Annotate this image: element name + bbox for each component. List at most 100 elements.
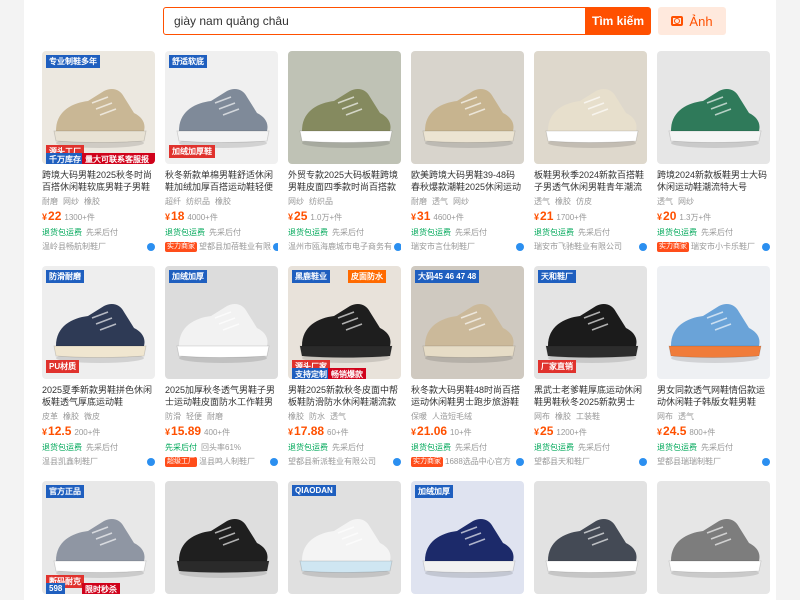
- shop-row[interactable]: 温州市瓯海鹿城市电子商务有: [288, 241, 401, 252]
- chat-icon[interactable]: [147, 242, 155, 251]
- product-image[interactable]: [534, 481, 647, 594]
- image-overlay-text: 大码45 46 47 48: [415, 270, 480, 283]
- product-image[interactable]: [534, 51, 647, 164]
- product-image[interactable]: 黑鹿鞋业 源头厂家 支持定制 畅销爆款 皮面防水: [288, 266, 401, 379]
- product-title[interactable]: 2025夏季新款男鞋拼色休闲板鞋透气厚底运动鞋: [42, 384, 155, 408]
- shop-name[interactable]: 望都县瑞瑞制鞋厂: [657, 456, 721, 467]
- product-title[interactable]: 男鞋2025新款秋冬皮面中帮板鞋防滑防水休闲鞋潮流款: [288, 384, 401, 408]
- product-image[interactable]: 天和鞋厂 厂家直销: [534, 266, 647, 379]
- product-card[interactable]: 加绒加厚 2025加厚秋冬透气男鞋子男士运动鞋皮面防水工作鞋男 防滑 轻便 耐磨 ¥15.…: [165, 266, 278, 467]
- product-image[interactable]: 舒适软底 加绒加厚鞋: [165, 51, 278, 164]
- shop-row[interactable]: 实力商家 望都县加蓓鞋业有限: [165, 241, 278, 252]
- product-image[interactable]: 加绒加厚: [411, 481, 524, 594]
- chat-icon[interactable]: [762, 457, 770, 466]
- search-input[interactable]: [164, 8, 585, 34]
- shop-name[interactable]: 望都县天和鞋厂: [534, 456, 590, 467]
- product-card[interactable]: 大码45 46 47 48 秋冬款大码男鞋48时尚百搭运动休闲鞋男士跑步旅游鞋 保暖…: [411, 266, 524, 467]
- chat-icon[interactable]: [639, 242, 647, 251]
- product-card[interactable]: 跨境2024新款板鞋男士大码休闲运动鞋潮流特大号 透气 网纱 ¥20 1.3万+件 退货包…: [657, 51, 770, 252]
- product-card[interactable]: 天和鞋厂 厂家直销 黑武士老爹鞋厚底运动休闲鞋男鞋秋冬2025新款男士 网布 橡胶 工装鞋…: [534, 266, 647, 467]
- shop-row[interactable]: 超级工厂 温县鸣人制鞋厂: [165, 456, 278, 467]
- product-card[interactable]: 防滑耐磨 PU材质 2025夏季新款男鞋拼色休闲板鞋透气厚底运动鞋 皮革 橡胶 微皮 ¥12…: [42, 266, 155, 467]
- image-overlay-text: 黑鹿鞋业: [292, 270, 330, 283]
- product-image[interactable]: 官方正品 断码耐克 598 限时秒杀: [42, 481, 155, 594]
- product-title[interactable]: 男女同款透气网鞋情侣款运动休闲鞋子韩版女鞋男鞋: [657, 384, 770, 408]
- shop-name[interactable]: 瑞安市言仕制鞋厂: [411, 241, 475, 252]
- shop-row[interactable]: 温岭县畅航制鞋厂: [42, 241, 155, 252]
- image-search-button[interactable]: Ảnh: [658, 7, 726, 35]
- shop-name[interactable]: 温县鸣人制鞋厂: [199, 456, 255, 467]
- shop-row[interactable]: 望都县新派鞋业有限公司: [288, 456, 401, 467]
- chat-icon[interactable]: [394, 242, 401, 251]
- product-image[interactable]: 大码45 46 47 48: [411, 266, 524, 379]
- product-card[interactable]: 外贸专款2025大码板鞋跨境男鞋皮面四季款时尚百搭款 网纱 纺织品 ¥25 1.0万+件…: [288, 51, 401, 252]
- product-title[interactable]: 秋冬新款单棉男鞋舒适休闲鞋加绒加厚百搭运动鞋轻便: [165, 169, 278, 193]
- product-image[interactable]: [165, 481, 278, 594]
- product-price: ¥21: [534, 209, 553, 223]
- product-card[interactable]: 欧美跨境大码男鞋39-48码春秋爆款潮鞋2025休闲运动 耐磨 透气 网纱 ¥31 460…: [411, 51, 524, 252]
- shop-row[interactable]: 望都县瑞瑞制鞋厂: [657, 456, 770, 467]
- product-title[interactable]: 欧美跨境大码男鞋39-48码春秋爆款潮鞋2025休闲运动: [411, 169, 524, 193]
- product-image[interactable]: [288, 51, 401, 164]
- chat-icon[interactable]: [516, 242, 524, 251]
- shop-row[interactable]: 实力商家 1688选品中心官方: [411, 456, 524, 467]
- shop-row[interactable]: 望都县天和鞋厂: [534, 456, 647, 467]
- chat-icon[interactable]: [516, 457, 524, 466]
- product-card[interactable]: QIAODAN: [288, 481, 401, 594]
- product-card[interactable]: 板鞋男秋季2024新款百搭鞋子男透气休闲男鞋青年潮流 透气 橡胶 仿皮 ¥21 1700+…: [534, 51, 647, 252]
- service-tag: 先采后付: [86, 228, 118, 237]
- camera-icon: [671, 16, 684, 26]
- shop-name[interactable]: 望都县新派鞋业有限公司: [288, 456, 376, 467]
- shop-name[interactable]: 瑞安市飞驰鞋业有限公司: [534, 241, 622, 252]
- chat-icon[interactable]: [762, 242, 770, 251]
- product-image[interactable]: 加绒加厚: [165, 266, 278, 379]
- product-card[interactable]: 官方正品 断码耐克 598 限时秒杀: [42, 481, 155, 594]
- product-card[interactable]: 男女同款透气网鞋情侣款运动休闲鞋子韩版女鞋男鞋 网布 透气 ¥24.5 800+件 退货包…: [657, 266, 770, 467]
- product-title[interactable]: 黑武士老爹鞋厚底运动休闲鞋男鞋秋冬2025新款男士: [534, 384, 647, 408]
- shop-row[interactable]: 瑞安市言仕制鞋厂: [411, 241, 524, 252]
- shop-row[interactable]: 瑞安市飞驰鞋业有限公司: [534, 241, 647, 252]
- search-button[interactable]: Tìm kiếm: [585, 7, 651, 35]
- product-card[interactable]: 专业制鞋多年源头工厂千万库存量大可联系客服报价跨境大码男鞋2025秋冬时尚百搭休…: [42, 51, 155, 252]
- product-title[interactable]: 跨境大码男鞋2025秋冬时尚百搭休闲鞋软底男鞋子男鞋: [42, 169, 155, 193]
- product-title[interactable]: 跨境2024新款板鞋男士大码休闲运动鞋潮流特大号: [657, 169, 770, 193]
- product-tag: 人造短毛绒: [432, 412, 472, 421]
- shop-row[interactable]: 实力商家 瑞安市小卡乐鞋厂: [657, 241, 770, 252]
- product-price: ¥24.5: [657, 424, 686, 438]
- shop-badge: 超级工厂: [165, 456, 197, 467]
- product-image[interactable]: [657, 51, 770, 164]
- shop-name[interactable]: 温州市瓯海鹿城市电子商务有: [288, 241, 392, 252]
- product-title[interactable]: 秋冬款大码男鞋48时尚百搭运动休闲鞋男士跑步旅游鞋: [411, 384, 524, 408]
- product-image[interactable]: [657, 481, 770, 594]
- product-card[interactable]: [657, 481, 770, 594]
- shop-name[interactable]: 瑞安市小卡乐鞋厂: [691, 241, 755, 252]
- shop-name[interactable]: 望都县加蓓鞋业有限: [199, 241, 271, 252]
- shop-name[interactable]: 温县凯鑫制鞋厂: [42, 456, 98, 467]
- product-image[interactable]: [411, 51, 524, 164]
- product-title[interactable]: 2025加厚秋冬透气男鞋子男士运动鞋皮面防水工作鞋男: [165, 384, 278, 408]
- chat-icon[interactable]: [393, 457, 401, 466]
- product-card[interactable]: 加绒加厚: [411, 481, 524, 594]
- chat-icon[interactable]: [147, 457, 155, 466]
- product-card[interactable]: [165, 481, 278, 594]
- product-card[interactable]: 黑鹿鞋业 源头厂家 支持定制 畅销爆款 皮面防水男鞋2025新款秋冬皮面中帮板鞋防滑防水…: [288, 266, 401, 467]
- price-row: ¥25 1200+件: [534, 424, 647, 440]
- currency-symbol: ¥: [42, 427, 48, 437]
- product-image[interactable]: 防滑耐磨 PU材质: [42, 266, 155, 379]
- product-card[interactable]: [534, 481, 647, 594]
- product-tag: 透气: [678, 412, 694, 421]
- shop-row[interactable]: 温县凯鑫制鞋厂: [42, 456, 155, 467]
- chat-icon[interactable]: [273, 242, 278, 251]
- product-image[interactable]: QIAODAN: [288, 481, 401, 594]
- shop-name[interactable]: 温岭县畅航制鞋厂: [42, 241, 106, 252]
- product-card[interactable]: 舒适软底 加绒加厚鞋 秋冬新款单棉男鞋舒适休闲鞋加绒加厚百搭运动鞋轻便 超纤 纺织品 橡胶…: [165, 51, 278, 252]
- product-title[interactable]: 板鞋男秋季2024新款百搭鞋子男透气休闲男鞋青年潮流: [534, 169, 647, 193]
- chat-icon[interactable]: [639, 457, 647, 466]
- product-title[interactable]: 外贸专款2025大码板鞋跨境男鞋皮面四季款时尚百搭款: [288, 169, 401, 193]
- chat-icon[interactable]: [270, 457, 278, 466]
- product-image[interactable]: [657, 266, 770, 379]
- product-image[interactable]: 专业制鞋多年源头工厂千万库存量大可联系客服报价: [42, 51, 155, 164]
- shop-name[interactable]: 1688选品中心官方: [445, 456, 511, 467]
- price-row: ¥22 1300+件: [42, 209, 155, 225]
- search-box[interactable]: [163, 7, 586, 35]
